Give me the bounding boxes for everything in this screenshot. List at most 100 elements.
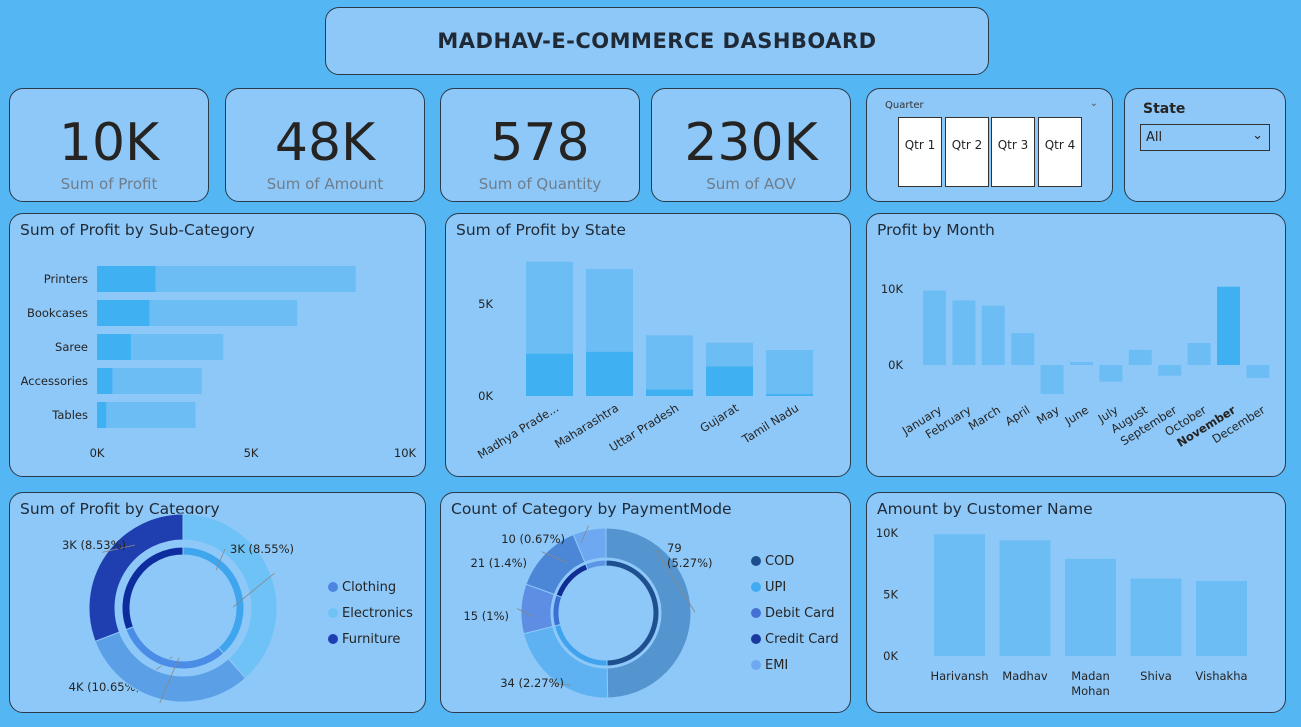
bar-segment	[586, 351, 633, 396]
x-tick-label: Madhav	[1002, 669, 1048, 683]
legend-dot-icon	[751, 556, 761, 566]
bar	[1128, 349, 1152, 365]
bar-segment	[766, 394, 813, 396]
x-tick-label: 0K	[90, 446, 105, 460]
bar-total	[646, 335, 693, 396]
legend-dot-icon	[751, 582, 761, 592]
donut-hole	[559, 566, 653, 660]
x-tick-label: 10K	[394, 446, 417, 460]
bar	[934, 534, 985, 656]
bar	[1065, 558, 1116, 656]
kpi-value: 578	[490, 113, 590, 173]
dashboard-title: MADHAV-E-COMMERCE DASHBOARD	[437, 29, 877, 53]
x-tick-label: Gujarat	[697, 400, 741, 435]
legend-item-furniture[interactable]: Furniture	[328, 632, 400, 647]
legend-label: EMI	[765, 658, 789, 673]
bar	[1099, 365, 1123, 382]
subcategory-bar-chart: Printers Bookcases Saree Accessories Tables 0…	[21, 266, 417, 460]
chart-panel-state[interactable]: Sum of Profit by State Madhya Prade... Ma…	[445, 213, 851, 477]
legend-dot-icon	[751, 608, 761, 618]
x-tick-label: Vishakha	[1195, 669, 1247, 683]
legend-item-electronics[interactable]: Electronics	[328, 606, 413, 621]
state-dropdown[interactable]: All ⌄	[1140, 124, 1270, 151]
quarter-button-1[interactable]: Qtr 1	[898, 117, 942, 187]
legend-label: Credit Card	[765, 632, 839, 647]
bar-segment	[97, 402, 107, 428]
customer-bar-chart: Harivansh Madhav MadanMohan Shiva Vishakha 0K…	[876, 526, 1248, 698]
payment-donut-chart: 79(5.27%) 34 (2.27%) 15 (1%) 21 (1.4%) 10 (0…	[463, 525, 713, 699]
legend-label: Debit Card	[765, 606, 835, 621]
legend-item-emi[interactable]: EMI	[751, 658, 788, 673]
kpi-value: 230K	[684, 113, 818, 173]
legend-item-clothing[interactable]: Clothing	[328, 580, 396, 595]
kpi-value: 48K	[274, 113, 376, 173]
y-tick-label: 0K	[888, 358, 903, 372]
x-tick-label: Madhya Prade...	[475, 401, 561, 462]
bar-segment	[526, 353, 573, 396]
kpi-card-profit[interactable]: 10K Sum of Profit	[9, 88, 209, 202]
y-tick-label: 0K	[883, 649, 898, 663]
legend-label: Electronics	[342, 606, 413, 621]
legend-dot-icon	[328, 634, 338, 644]
dashboard-title-box: MADHAV-E-COMMERCE DASHBOARD	[325, 7, 989, 75]
slice-label: 10 (0.67%)	[501, 532, 565, 546]
chevron-down-icon: ⌄	[1252, 128, 1263, 143]
slice-label: 21 (1.4%)	[471, 556, 527, 570]
quarter-button-4[interactable]: Qtr 4	[1038, 117, 1082, 187]
bar	[1196, 580, 1247, 656]
chart-panel-payment[interactable]: Count of Category by PaymentMode 79 (5.27…	[440, 492, 851, 713]
legend-dot-icon	[751, 634, 761, 644]
legend-label: COD	[765, 554, 795, 569]
slice-label: 3K (8.55%)	[230, 542, 294, 556]
bar	[1158, 365, 1182, 376]
quarter-button-2[interactable]: Qtr 2	[945, 117, 989, 187]
bar	[1187, 342, 1211, 365]
category-donut-chart: 4K (10.65%)3K (8.55%)3K (8.53%)	[62, 513, 294, 704]
bar-segment	[706, 366, 753, 396]
bar	[1011, 333, 1035, 365]
chevron-down-icon[interactable]: ⌄	[1090, 98, 1098, 109]
legend-label: Clothing	[342, 580, 397, 595]
x-tick-label: Tamil Nadu	[739, 401, 801, 447]
legend-item-cod[interactable]: COD	[751, 554, 794, 569]
legend-dot-icon	[328, 608, 338, 618]
legend-item-debit-card[interactable]: Debit Card	[751, 606, 835, 621]
slice-label: 34 (2.27%)	[500, 676, 564, 690]
bar-segment	[97, 334, 131, 360]
bar	[1130, 578, 1182, 656]
chart-panel-subcategory[interactable]: Sum of Profit by Sub-Category Printers Bo…	[9, 213, 426, 477]
y-tick-label: 5K	[883, 588, 898, 602]
y-tick-label: 5K	[478, 297, 493, 311]
x-tick-label: March	[966, 403, 1003, 433]
x-tick-label: Madan	[1071, 669, 1110, 683]
x-tick-label: June	[1062, 403, 1092, 429]
chart-panel-customer[interactable]: Amount by Customer Name Harivansh Madhav M…	[866, 492, 1286, 713]
y-tick-label: 0K	[478, 389, 493, 403]
kpi-value: 10K	[58, 113, 160, 173]
kpi-label: Sum of AOV	[706, 175, 796, 193]
quarter-slicer-label: Quarter	[885, 100, 924, 111]
chart-panel-month[interactable]: Profit by Month January February March Apri…	[866, 213, 1286, 477]
chart-panel-category[interactable]: Sum of Profit by Category 4K (10.65%) 3K …	[9, 492, 426, 713]
kpi-card-amount[interactable]: 48K Sum of Amount	[225, 88, 425, 202]
x-tick-label: Shiva	[1140, 669, 1172, 683]
x-tick-label: Mohan	[1071, 684, 1110, 698]
legend-item-upi[interactable]: UPI	[751, 580, 786, 595]
slice-label: 15 (1%)	[463, 609, 509, 623]
legend-item-credit-card[interactable]: Credit Card	[751, 632, 839, 647]
bar	[1040, 365, 1064, 394]
legend-dot-icon	[751, 660, 761, 670]
category-label: Tables	[51, 408, 88, 422]
kpi-label: Sum of Quantity	[478, 175, 602, 193]
bar-segment	[97, 300, 150, 326]
state-dropdown-value: All	[1146, 130, 1163, 145]
bar-total	[97, 402, 196, 428]
legend-label: Furniture	[342, 632, 401, 647]
quarter-button-3[interactable]: Qtr 3	[991, 117, 1035, 187]
kpi-card-aov[interactable]: 230K Sum of AOV	[651, 88, 851, 202]
bar	[999, 540, 1051, 656]
state-slicer-label: State	[1143, 101, 1186, 117]
y-tick-label: 10K	[876, 526, 899, 540]
bar	[952, 300, 976, 365]
kpi-card-quantity[interactable]: 578 Sum of Quantity	[440, 88, 640, 202]
